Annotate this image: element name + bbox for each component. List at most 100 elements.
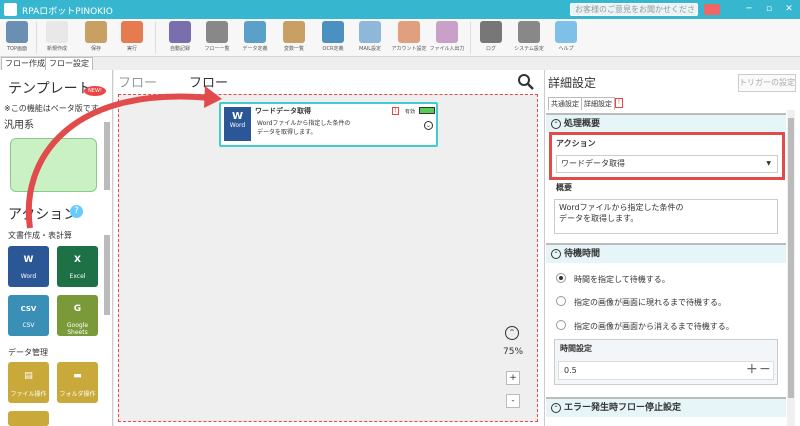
- time-label: 時間設定: [560, 344, 592, 353]
- run-button[interactable]: 実行: [118, 21, 146, 55]
- warning-icon: !: [392, 107, 399, 115]
- error-section-header[interactable]: ⌃ エラー発生時フロー停止設定: [546, 397, 786, 417]
- radio-label: 時間を指定して待機する。: [574, 275, 670, 284]
- enabled-toggle[interactable]: [419, 107, 435, 114]
- radio-label: 指定の画像が画面から消えるまで待機する。: [574, 322, 734, 331]
- tab-detail-settings[interactable]: 詳細設定: [581, 97, 615, 110]
- general-category: 汎用系: [4, 120, 34, 131]
- tile-csv[interactable]: CSV CSV: [8, 295, 49, 336]
- auto-record-button[interactable]: 自動記録: [165, 21, 195, 55]
- tile-partial[interactable]: [8, 411, 49, 426]
- minimize-button[interactable]: ─: [741, 3, 757, 16]
- template-scrollbar[interactable]: [104, 122, 110, 190]
- excel-icon: X: [74, 255, 81, 265]
- csv-icon: CSV: [20, 305, 37, 313]
- account-icon: [398, 21, 420, 43]
- chevron-down-icon[interactable]: ⌄: [424, 121, 433, 130]
- chevron-up-icon: ⌃: [551, 403, 561, 413]
- zoom-in-button[interactable]: +: [506, 371, 520, 385]
- action-header: アクション ?: [0, 200, 112, 226]
- warning-icon: !: [615, 98, 623, 108]
- search-icon[interactable]: [517, 73, 535, 91]
- file-icon: [436, 21, 458, 43]
- file-io-button[interactable]: ファイル入出力: [430, 21, 465, 55]
- tile-google-sheets[interactable]: G Google Sheets: [57, 295, 98, 336]
- tab-flow-settings[interactable]: フロー設定: [45, 57, 93, 70]
- new-button[interactable]: 新規作成: [42, 21, 72, 55]
- scrollbar-thumb[interactable]: [788, 118, 794, 398]
- flow-block[interactable]: W Word ワードデータ取得 Wordファイルから指定した条件の データを取得しま…: [219, 102, 438, 147]
- variable-icon: [283, 21, 305, 43]
- folder-icon: ▬: [73, 371, 82, 381]
- template-card[interactable]: [10, 138, 97, 192]
- wait-section-header[interactable]: ⌃ 待機時間: [546, 243, 786, 263]
- tile-file-operation[interactable]: ▤ ファイル操作: [8, 362, 49, 403]
- help-icon[interactable]: ?: [70, 205, 83, 218]
- log-button[interactable]: ログ: [478, 21, 504, 55]
- word-icon: W Word: [224, 107, 251, 141]
- tile-excel[interactable]: X Excel: [57, 246, 98, 287]
- settings-scrollbar[interactable]: [787, 110, 795, 426]
- variable-list-button[interactable]: 変数一覧: [279, 21, 309, 55]
- data-definition-button[interactable]: データ定義: [240, 21, 270, 55]
- new-file-icon: [46, 21, 68, 43]
- category-data: データ管理: [8, 348, 48, 357]
- enabled-label: 有効: [405, 109, 416, 115]
- gear-icon: [518, 21, 540, 43]
- ocr-icon: [322, 21, 344, 43]
- dropdown-icon: ▼: [766, 160, 771, 167]
- action-scrollbar[interactable]: [104, 235, 110, 315]
- help-button[interactable]: ヘルプ: [552, 21, 580, 55]
- app-title: RPAロボットPINOKIO: [22, 7, 113, 17]
- help-icon: [555, 21, 577, 43]
- tab-common-settings[interactable]: 共通設定: [548, 97, 582, 110]
- save-icon: [85, 21, 107, 43]
- zoom-out-button[interactable]: -: [506, 394, 520, 408]
- tile-folder-operation[interactable]: ▬ フォルダ操作: [57, 362, 98, 403]
- feedback-send-icon[interactable]: [704, 4, 720, 15]
- overview-section-header[interactable]: ⌃ 処理概要: [546, 113, 786, 133]
- play-icon: [121, 21, 143, 43]
- sheets-icon: G: [73, 304, 82, 314]
- action-title: アクション: [8, 207, 78, 223]
- top-screen-button[interactable]: TOP画面: [3, 21, 31, 55]
- canvas-title: フロー フロー: [118, 76, 229, 91]
- radio-wait-time[interactable]: [556, 273, 566, 283]
- action-select[interactable]: ワードデータ取得 ▼: [556, 155, 778, 173]
- save-button[interactable]: 保存: [82, 21, 110, 55]
- chevron-up-icon[interactable]: ⌃: [505, 326, 519, 340]
- new-badge: NEW!: [84, 86, 106, 96]
- detail-title: 詳細設定: [548, 76, 597, 90]
- divider: [470, 22, 471, 54]
- flow-list-button[interactable]: フロー一覧: [202, 21, 232, 55]
- account-settings-button[interactable]: アカウント設定: [392, 21, 427, 55]
- maximize-button[interactable]: ▫: [761, 3, 777, 16]
- template-title: テンプレート: [8, 81, 92, 97]
- ocr-definition-button[interactable]: OCR定義: [318, 21, 348, 55]
- tile-word[interactable]: W Word: [8, 246, 49, 287]
- radio-wait-image-appear[interactable]: [556, 296, 566, 306]
- main-tabs: フロー作成 フロー設定: [0, 57, 800, 70]
- action-label: アクション: [556, 139, 596, 148]
- database-icon: [244, 21, 266, 43]
- word-icon: W: [23, 255, 34, 265]
- trigger-settings-button[interactable]: トリガーの設定: [738, 74, 796, 92]
- log-icon: [480, 21, 502, 43]
- radio-wait-image-disappear[interactable]: [556, 320, 566, 330]
- increment-button[interactable]: +: [746, 361, 758, 377]
- mail-settings-button[interactable]: MAIL設定: [355, 21, 385, 55]
- time-input[interactable]: 0.5: [558, 361, 774, 380]
- chevron-up-icon: ⌃: [551, 249, 561, 259]
- beta-note: ※この機能はベータ版です。: [4, 104, 106, 113]
- toolbar-ribbon: TOP画面 新規作成 保存 実行 自動記録 フロー一覧 データ定義 変数一覧 O…: [0, 19, 800, 57]
- mail-icon: [359, 21, 381, 43]
- system-settings-button[interactable]: システム設定: [512, 21, 546, 55]
- close-button[interactable]: ✕: [781, 3, 797, 16]
- zoom-level: 75%: [503, 347, 524, 357]
- decrement-button[interactable]: −: [759, 361, 771, 377]
- divider: [155, 22, 156, 54]
- category-docs: 文書作成・表計算: [8, 231, 72, 240]
- tab-flow-create[interactable]: フロー作成: [1, 57, 49, 70]
- feedback-input[interactable]: お客様のご意見をお聞かせください: [570, 3, 698, 25]
- list-icon: [206, 21, 228, 43]
